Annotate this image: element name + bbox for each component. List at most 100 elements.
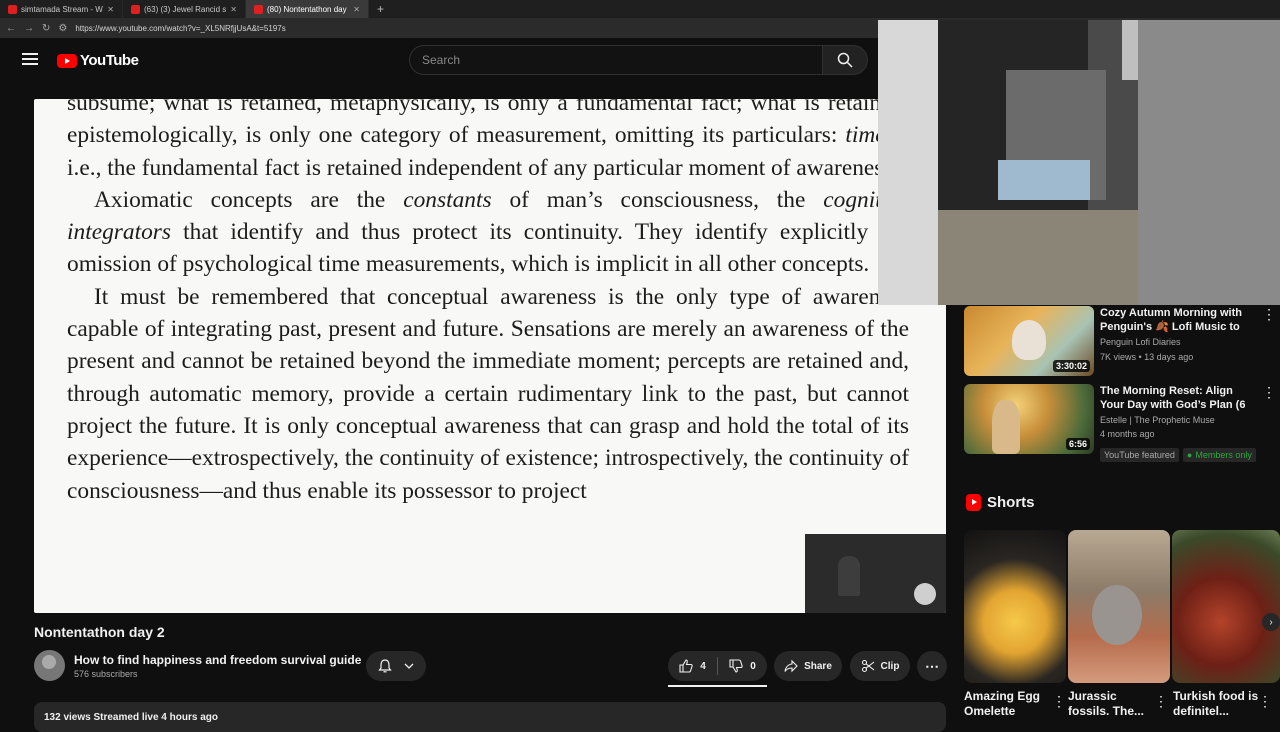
subscriber-count: 576 subscribers: [74, 669, 138, 679]
book-paragraph-2: It must be remembered that conceptual aw…: [67, 283, 909, 504]
duration-badge: 6:56: [1065, 438, 1090, 450]
short-thumbnail[interactable]: [1172, 530, 1280, 683]
inset-figure: [838, 556, 860, 596]
more-actions-button[interactable]: ⋯: [917, 651, 947, 681]
tab-label: (80) Nontentathon day 2 - Y: [267, 4, 349, 14]
clip-button[interactable]: Clip: [850, 651, 910, 681]
picture-in-picture-inset: [805, 534, 946, 613]
dislike-button[interactable]: 0: [718, 659, 767, 673]
logo-text: YouTube: [80, 52, 139, 69]
search-icon: [837, 52, 853, 68]
close-icon[interactable]: ✕: [353, 5, 360, 14]
tab-label: simtamada Stream - Watch Live: [21, 4, 103, 14]
figure-silhouette: [992, 400, 1020, 454]
tab-label: (63) (3) Jewel Rancid snipes The: [144, 4, 227, 14]
close-icon[interactable]: ✕: [230, 5, 237, 14]
browser-tab-bar: simtamada Stream - Watch Live ✕ (63) (3)…: [0, 0, 1280, 18]
inset-face-icon: [914, 583, 936, 605]
members-only-label: Members only: [1195, 450, 1252, 460]
view-stats: 132 views Streamed live 4 hours ago: [44, 712, 218, 723]
youtube-favicon-icon: [131, 4, 140, 14]
recommendation-meta: 4 months ago: [1100, 429, 1155, 439]
featured-badge: YouTube featured: [1100, 448, 1179, 462]
members-only-badge: ● Members only: [1182, 448, 1256, 462]
recommendation-meta: 7K views • 13 days ago: [1100, 352, 1194, 362]
share-icon: [784, 659, 798, 673]
forward-icon[interactable]: →: [24, 23, 34, 34]
youtube-logo[interactable]: YouTube: [57, 52, 139, 69]
youtube-play-icon: [57, 53, 77, 68]
webcam-bottles: [998, 160, 1090, 200]
more-icon[interactable]: ⋮: [1154, 693, 1168, 710]
penguin-figure: [1012, 320, 1046, 360]
browser-tab-1[interactable]: simtamada Stream - Watch Live ✕: [0, 0, 123, 18]
shorts-heading: Shorts: [987, 494, 1035, 511]
bell-icon: [378, 659, 392, 673]
recommendation-title[interactable]: Cozy Autumn Morning with Penguin's 🍂 Lof…: [1100, 306, 1258, 334]
share-button[interactable]: Share: [774, 651, 842, 681]
short-title[interactable]: Amazing Egg Omelette: [964, 689, 1056, 720]
like-button[interactable]: 4: [668, 659, 717, 673]
book-paragraph-0: subsume; what is retained, metaphysicall…: [67, 99, 909, 181]
channel-name[interactable]: How to find happiness and freedom surviv…: [74, 653, 361, 667]
reload-icon[interactable]: ↻: [42, 23, 50, 34]
video-thumbnail[interactable]: 3:30:02: [964, 306, 1094, 376]
more-icon[interactable]: ⋮: [1262, 306, 1276, 323]
youtube-favicon-icon: [8, 4, 17, 14]
back-icon[interactable]: ←: [6, 23, 16, 34]
more-icon: ⋯: [925, 657, 939, 674]
recommendation-item[interactable]: 6:56 The Morning Reset: Align Your Day w…: [964, 384, 1276, 462]
close-icon[interactable]: ✕: [107, 5, 114, 14]
video-title: Nontentathon day 2: [34, 624, 165, 640]
channel-avatar[interactable]: [34, 650, 65, 681]
book-page-text: subsume; what is retained, metaphysicall…: [67, 99, 909, 507]
shorts-icon: [966, 494, 981, 511]
badge-row: YouTube featured ● Members only: [1100, 445, 1260, 463]
more-icon[interactable]: ⋮: [1262, 384, 1276, 401]
recommendation-title[interactable]: The Morning Reset: Align Your Day with G…: [1100, 384, 1258, 412]
short-title[interactable]: Turkish food is definitel...: [1173, 689, 1265, 720]
short-thumbnail[interactable]: [1068, 530, 1170, 683]
duration-badge: 3:30:02: [1052, 360, 1090, 372]
webcam-chair: [1138, 20, 1280, 305]
browser-tab-2[interactable]: (63) (3) Jewel Rancid snipes The ✕: [123, 0, 246, 18]
site-info-icon[interactable]: ⚙: [58, 23, 67, 34]
notification-button[interactable]: [366, 651, 426, 681]
short-thumbnail[interactable]: [964, 530, 1066, 683]
like-dislike-group: 4 0: [668, 651, 767, 681]
like-count: 4: [700, 660, 706, 672]
scissors-icon: [861, 659, 874, 673]
recommendation-item[interactable]: 3:30:02 Cozy Autumn Morning with Penguin…: [964, 306, 1276, 376]
more-icon[interactable]: ⋮: [1052, 693, 1066, 710]
browser-tab-3[interactable]: (80) Nontentathon day 2 - Y ✕: [246, 0, 369, 18]
webcam-floor: [938, 210, 1138, 305]
like-underline: [668, 685, 767, 687]
youtube-header: YouTube Search: [0, 38, 878, 82]
new-tab-icon[interactable]: +: [369, 2, 392, 16]
book-paragraph-1: Axiomatic concepts are the constants of …: [67, 186, 909, 278]
members-icon: ●: [1186, 450, 1193, 460]
short-title[interactable]: Jurassic fossils. The...: [1068, 689, 1160, 720]
clip-label: Clip: [880, 660, 900, 672]
share-label: Share: [804, 660, 832, 672]
webcam-wall: [878, 20, 938, 305]
webcam-overlay: [878, 20, 1280, 305]
search-input[interactable]: Search: [409, 45, 823, 75]
chevron-down-icon: [404, 663, 414, 669]
youtube-favicon-icon: [254, 4, 263, 14]
chevron-right-icon[interactable]: ›: [1262, 613, 1280, 631]
search-button[interactable]: [823, 45, 868, 75]
shorts-header: Shorts: [966, 494, 1035, 511]
thumbs-down-icon: [729, 659, 743, 673]
recommendation-channel[interactable]: Penguin Lofi Diaries: [1100, 337, 1181, 347]
video-thumbnail[interactable]: 6:56: [964, 384, 1094, 454]
more-icon[interactable]: ⋮: [1258, 693, 1272, 710]
url-field[interactable]: https://www.youtube.com/watch?v=_XL5NRfj…: [75, 24, 285, 33]
description-box[interactable]: 132 views Streamed live 4 hours ago: [34, 702, 946, 732]
recommendation-channel[interactable]: Estelle | The Prophetic Muse: [1100, 415, 1215, 425]
video-player[interactable]: subsume; what is retained, metaphysicall…: [34, 99, 946, 613]
hamburger-icon[interactable]: [22, 53, 38, 65]
fossil-shape: [1092, 585, 1142, 645]
thumbs-up-icon: [679, 659, 693, 673]
dislike-count: 0: [750, 660, 756, 672]
